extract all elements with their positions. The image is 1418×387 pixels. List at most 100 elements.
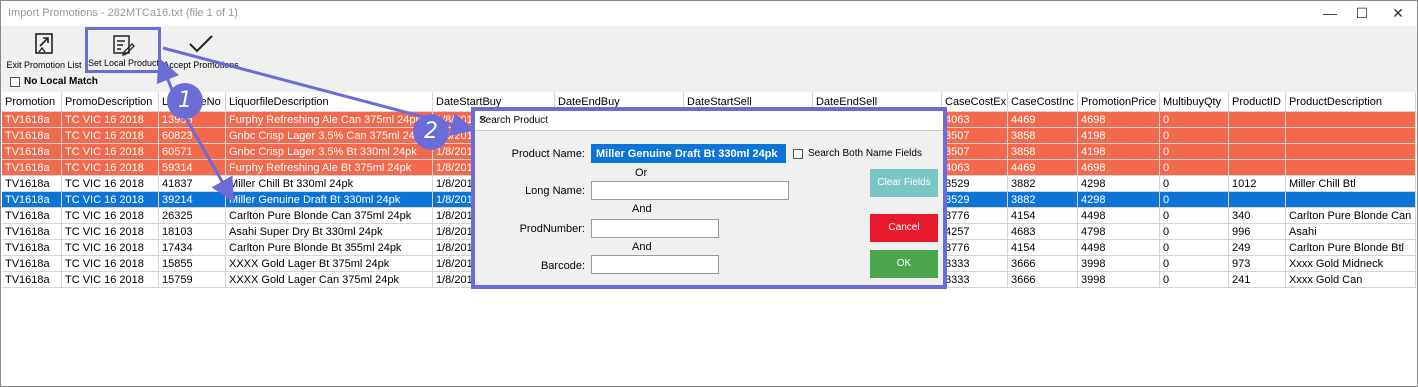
cell-product-description[interactable]: Xxxx Gold Midneck <box>1286 256 1416 272</box>
minimize-button[interactable]: — <box>1315 4 1345 22</box>
cell-liquorfile-no[interactable]: 60571 <box>159 144 226 160</box>
cell-liquorfile-no[interactable]: 26325 <box>159 208 226 224</box>
cell-promo-description[interactable]: TC VIC 16 2018 <box>62 192 159 208</box>
cell-product-id[interactable] <box>1229 128 1286 144</box>
set-local-product-button[interactable]: Set Local Product <box>85 27 161 73</box>
no-local-match-checkbox[interactable] <box>10 77 20 87</box>
cell-promotion[interactable]: TV1618a <box>2 224 62 240</box>
cell-liquorfile-no[interactable]: 18103 <box>159 224 226 240</box>
cell-promo-description[interactable]: TC VIC 16 2018 <box>62 128 159 144</box>
cell-product-id[interactable]: 973 <box>1229 256 1286 272</box>
cell-case-cost-ex[interactable]: 3529 <box>942 176 1008 192</box>
cell-case-cost-inc[interactable]: 3858 <box>1008 144 1078 160</box>
cell-case-cost-ex[interactable]: 4063 <box>942 160 1008 176</box>
column-header-case-cost-inc[interactable]: CaseCostInc <box>1008 92 1078 112</box>
cell-case-cost-inc[interactable]: 4469 <box>1008 160 1078 176</box>
cell-product-id[interactable]: 249 <box>1229 240 1286 256</box>
column-header-multibuy-qty[interactable]: MultibuyQty <box>1160 92 1229 112</box>
cell-case-cost-ex[interactable]: 4063 <box>942 112 1008 128</box>
cell-case-cost-inc[interactable]: 3666 <box>1008 256 1078 272</box>
cell-product-id[interactable] <box>1229 192 1286 208</box>
cell-multibuy-qty[interactable]: 0 <box>1160 256 1229 272</box>
column-header-promotion-price[interactable]: PromotionPrice <box>1078 92 1160 112</box>
product-name-input[interactable] <box>591 144 786 163</box>
cell-promotion[interactable]: TV1618a <box>2 240 62 256</box>
cell-product-id[interactable] <box>1229 144 1286 160</box>
cell-product-id[interactable] <box>1229 112 1286 128</box>
cell-product-description[interactable]: Xxxx Gold Can <box>1286 272 1416 288</box>
cell-liquorfile-no[interactable]: 60823 <box>159 128 226 144</box>
cell-promotion[interactable]: TV1618a <box>2 272 62 288</box>
cell-promotion-price[interactable]: 4698 <box>1078 112 1160 128</box>
cell-promo-description[interactable]: TC VIC 16 2018 <box>62 160 159 176</box>
cell-product-id[interactable]: 1012 <box>1229 176 1286 192</box>
cell-promo-description[interactable]: TC VIC 16 2018 <box>62 144 159 160</box>
cell-liquorfile-description[interactable]: Carlton Pure Blonde Can 375ml 24pk <box>226 208 433 224</box>
cell-multibuy-qty[interactable]: 0 <box>1160 272 1229 288</box>
cell-case-cost-ex[interactable]: 3507 <box>942 144 1008 160</box>
cell-promotion-price[interactable]: 4298 <box>1078 192 1160 208</box>
maximize-button[interactable]: ☐ <box>1347 4 1377 22</box>
cell-promo-description[interactable]: TC VIC 16 2018 <box>62 224 159 240</box>
cell-multibuy-qty[interactable]: 0 <box>1160 160 1229 176</box>
ok-button[interactable]: OK <box>870 250 938 278</box>
cell-promo-description[interactable]: TC VIC 16 2018 <box>62 176 159 192</box>
cell-promotion[interactable]: TV1618a <box>2 176 62 192</box>
cell-promotion-price[interactable]: 4498 <box>1078 208 1160 224</box>
cell-promotion[interactable]: TV1618a <box>2 144 62 160</box>
cell-case-cost-inc[interactable]: 3882 <box>1008 192 1078 208</box>
cell-promotion[interactable]: TV1618a <box>2 112 62 128</box>
exit-promotion-list-button[interactable]: Exit Promotion List <box>5 28 83 72</box>
cell-promotion[interactable]: TV1618a <box>2 160 62 176</box>
cell-product-id[interactable] <box>1229 160 1286 176</box>
cell-liquorfile-description[interactable]: Gnbc Crisp Lager 3.5% Bt 330ml 24pk <box>226 144 433 160</box>
cell-case-cost-ex[interactable]: 3333 <box>942 272 1008 288</box>
close-button[interactable]: ✕ <box>1383 4 1413 22</box>
cell-product-description[interactable] <box>1286 160 1416 176</box>
column-header-product-description[interactable]: ProductDescription <box>1286 92 1416 112</box>
cell-multibuy-qty[interactable]: 0 <box>1160 144 1229 160</box>
cell-product-id[interactable]: 996 <box>1229 224 1286 240</box>
long-name-input[interactable] <box>591 181 789 200</box>
search-both-name-fields-checkbox[interactable] <box>793 149 803 159</box>
cell-liquorfile-description[interactable]: Asahi Super Dry Bt 330ml 24pk <box>226 224 433 240</box>
cell-liquorfile-description[interactable]: Miller Chill Bt 330ml 24pk <box>226 176 433 192</box>
cell-liquorfile-description[interactable]: Furphy Refreshing Ale Can 375ml 24pk <box>226 112 433 128</box>
cell-product-description[interactable] <box>1286 192 1416 208</box>
cell-liquorfile-description[interactable]: XXXX Gold Lager Bt 375ml 24pk <box>226 256 433 272</box>
column-header-promo-description[interactable]: PromoDescription <box>62 92 159 112</box>
cell-liquorfile-description[interactable]: Gnbc Crisp Lager 3.5% Can 375ml 24pk <box>226 128 433 144</box>
cell-case-cost-inc[interactable]: 3882 <box>1008 176 1078 192</box>
column-header-product-id[interactable]: ProductID <box>1229 92 1286 112</box>
cell-case-cost-ex[interactable]: 3333 <box>942 256 1008 272</box>
column-header-case-cost-ex[interactable]: CaseCostEx <box>942 92 1008 112</box>
cell-promotion[interactable]: TV1618a <box>2 128 62 144</box>
cell-promo-description[interactable]: TC VIC 16 2018 <box>62 240 159 256</box>
cell-promotion[interactable]: TV1618a <box>2 192 62 208</box>
cell-product-description[interactable]: Carlton Pure Blonde Btl <box>1286 240 1416 256</box>
cell-promo-description[interactable]: TC VIC 16 2018 <box>62 208 159 224</box>
cell-liquorfile-no[interactable]: 41837 <box>159 176 226 192</box>
cell-promotion-price[interactable]: 4198 <box>1078 128 1160 144</box>
cell-case-cost-inc[interactable]: 4469 <box>1008 112 1078 128</box>
cell-promotion-price[interactable]: 4698 <box>1078 160 1160 176</box>
cell-promotion-price[interactable]: 4798 <box>1078 224 1160 240</box>
cell-case-cost-inc[interactable]: 3666 <box>1008 272 1078 288</box>
cell-promotion-price[interactable]: 4298 <box>1078 176 1160 192</box>
cell-promo-description[interactable]: TC VIC 16 2018 <box>62 272 159 288</box>
cell-liquorfile-no[interactable]: 15759 <box>159 272 226 288</box>
cell-case-cost-ex[interactable]: 3776 <box>942 208 1008 224</box>
cell-case-cost-ex[interactable]: 3529 <box>942 192 1008 208</box>
cell-liquorfile-no[interactable]: 59314 <box>159 160 226 176</box>
cell-multibuy-qty[interactable]: 0 <box>1160 208 1229 224</box>
cell-promotion[interactable]: TV1618a <box>2 208 62 224</box>
prod-number-input[interactable] <box>591 219 719 238</box>
cell-product-description[interactable]: Miller Chill Btl <box>1286 176 1416 192</box>
cell-liquorfile-description[interactable]: XXXX Gold Lager Can 375ml 24pk <box>226 272 433 288</box>
column-header-liquorfile-description[interactable]: LiquorfileDescription <box>226 92 433 112</box>
cell-multibuy-qty[interactable]: 0 <box>1160 112 1229 128</box>
cell-product-description[interactable]: Asahi <box>1286 224 1416 240</box>
cell-promo-description[interactable]: TC VIC 16 2018 <box>62 256 159 272</box>
cell-liquorfile-description[interactable]: Carlton Pure Blonde Bt 355ml 24pk <box>226 240 433 256</box>
cell-product-description[interactable] <box>1286 112 1416 128</box>
